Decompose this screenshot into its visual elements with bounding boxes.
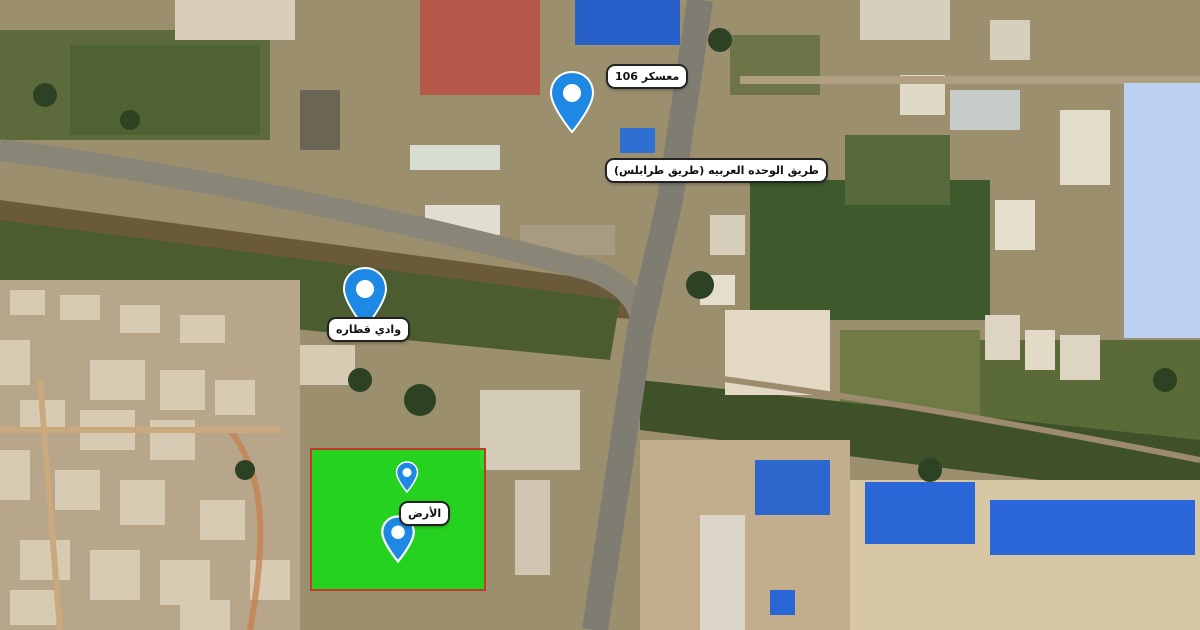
satellite-imagery — [0, 0, 1200, 630]
side-panel — [1124, 83, 1200, 338]
map-pin-icon[interactable] — [548, 70, 596, 134]
camp-label[interactable]: معسكر 106 — [608, 66, 687, 87]
land-label[interactable]: الأرض — [401, 503, 449, 524]
wadi-label[interactable]: وادي قطاره — [329, 319, 409, 340]
satellite-map[interactable]: معسكر 106 طريق الوحده العربيه (طريق طراب… — [0, 0, 1200, 630]
map-pin-icon[interactable] — [395, 461, 419, 493]
road-label[interactable]: طريق الوحده العربيه (طريق طرابلس) — [607, 160, 826, 181]
